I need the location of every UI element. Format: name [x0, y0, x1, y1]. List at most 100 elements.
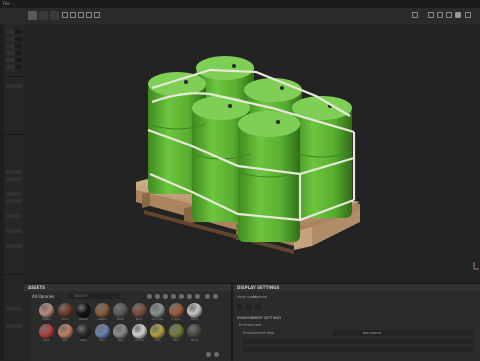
decal-icon[interactable]	[195, 294, 200, 299]
assets-header: ASSETS	[24, 284, 231, 291]
material-thumbnail[interactable]	[94, 324, 110, 339]
texture-icon[interactable]	[187, 294, 192, 299]
property-value[interactable]	[15, 37, 22, 41]
material-thumbnail[interactable]	[39, 324, 54, 339]
material-thumbnail[interactable]	[76, 303, 91, 318]
main-toolbar	[0, 8, 480, 25]
camera-icon[interactable]	[78, 12, 84, 18]
grid-view-icon[interactable]	[205, 294, 210, 299]
material-thumbnail[interactable]	[113, 324, 128, 339]
more-icon[interactable]	[465, 12, 471, 18]
search-input[interactable]: Search	[68, 293, 120, 299]
environment-option[interactable]	[243, 347, 473, 352]
property-row[interactable]	[6, 177, 22, 181]
material-label: Brick	[135, 318, 143, 321]
property-row[interactable]	[6, 307, 22, 311]
property-row[interactable]	[6, 214, 22, 218]
layer-icon[interactable]	[62, 12, 68, 18]
material-thumbnail[interactable]	[113, 303, 128, 318]
material-label: Leather	[97, 318, 107, 321]
material-thumbnail[interactable]	[94, 303, 110, 318]
brush-icon[interactable]	[171, 294, 176, 299]
add-icon[interactable]	[206, 352, 211, 357]
material-label: Stone	[190, 339, 199, 342]
material-thumbnail[interactable]	[131, 324, 147, 339]
grid-icon[interactable]	[39, 11, 48, 20]
property-row[interactable]	[6, 30, 22, 34]
material-thumbnail[interactable]	[57, 324, 73, 339]
material-thumbnail[interactable]	[57, 303, 73, 318]
material-thumbnail[interactable]	[150, 303, 165, 318]
property-value[interactable]	[15, 30, 22, 34]
export-icon[interactable]	[455, 12, 461, 18]
property-row[interactable]	[6, 44, 22, 48]
material-label: Gold	[154, 339, 161, 342]
share-icon[interactable]	[446, 12, 452, 18]
environment-map-select[interactable]: panorama	[333, 330, 473, 336]
divider	[4, 76, 24, 77]
property-row[interactable]	[6, 170, 22, 174]
panel-title: ASSETS	[28, 285, 46, 290]
sphere-icon[interactable]	[155, 294, 160, 299]
property-value[interactable]	[15, 51, 22, 55]
display-header: DISPLAY SETTINGS	[233, 284, 480, 291]
settings-icon[interactable]	[214, 352, 219, 357]
select-icon[interactable]	[70, 12, 76, 18]
brush-icon[interactable]	[50, 11, 59, 20]
render-icon[interactable]	[412, 12, 418, 18]
light-icon[interactable]	[179, 294, 184, 299]
environment-map-label: Environment Map	[243, 331, 274, 335]
title-bar: File	[0, 0, 480, 8]
property-row[interactable]	[6, 65, 22, 69]
view-icon[interactable]	[437, 12, 443, 18]
environment-label: Environment	[239, 323, 262, 327]
cube-icon[interactable]	[163, 294, 168, 299]
3d-viewport[interactable]	[24, 24, 480, 283]
property-value[interactable]	[15, 58, 22, 62]
material-label: Concrete	[151, 318, 164, 321]
settings-icon[interactable]	[94, 12, 100, 18]
menu-file[interactable]: File	[3, 1, 10, 6]
list-view-icon[interactable]	[213, 294, 218, 299]
panel-title: DISPLAY SETTINGS	[237, 285, 280, 290]
property-row[interactable]	[6, 84, 22, 88]
property-row[interactable]	[6, 229, 22, 233]
material-label: Paint	[43, 339, 50, 342]
material-label: Wood	[61, 318, 69, 321]
material-thumbnail[interactable]	[168, 324, 184, 339]
property-row[interactable]	[6, 199, 22, 203]
camera-icon[interactable]	[246, 304, 252, 310]
material-thumbnail[interactable]	[39, 303, 54, 318]
library-filter[interactable]: All libraries	[32, 294, 54, 299]
material-thumbnail[interactable]	[76, 324, 91, 339]
material-thumbnail[interactable]	[150, 324, 165, 339]
view-mode-value[interactable]: Material	[253, 295, 267, 299]
material-label: Dark	[80, 339, 87, 342]
property-row[interactable]	[6, 58, 22, 62]
material-thumbnail[interactable]	[187, 324, 202, 339]
property-value[interactable]	[15, 65, 22, 69]
axis-gizmo	[473, 262, 479, 270]
barrel-pallet-render	[136, 56, 479, 270]
material-label: Metal	[117, 318, 124, 321]
material-thumbnail[interactable]	[187, 303, 202, 318]
render-icon[interactable]	[255, 304, 261, 310]
divider	[4, 134, 24, 135]
property-row[interactable]	[6, 192, 22, 196]
light-icon[interactable]	[86, 12, 92, 18]
material-thumbnail[interactable]	[131, 303, 147, 318]
assets-sidebar	[24, 291, 30, 361]
filter-icon[interactable]	[147, 294, 152, 299]
property-row[interactable]	[6, 37, 22, 41]
property-row[interactable]	[6, 324, 22, 328]
snapshot-icon[interactable]	[428, 12, 434, 18]
layout-button[interactable]	[28, 11, 37, 20]
environment-slider[interactable]	[243, 339, 473, 344]
property-value[interactable]	[15, 44, 22, 48]
material-thumbnail[interactable]	[168, 303, 184, 318]
section-title: ENVIRONMENT SETTINGS	[237, 316, 282, 320]
property-row[interactable]	[6, 51, 22, 55]
env-icon[interactable]	[237, 304, 243, 310]
property-row[interactable]	[6, 244, 22, 248]
environment-map-value: panorama	[363, 331, 381, 335]
